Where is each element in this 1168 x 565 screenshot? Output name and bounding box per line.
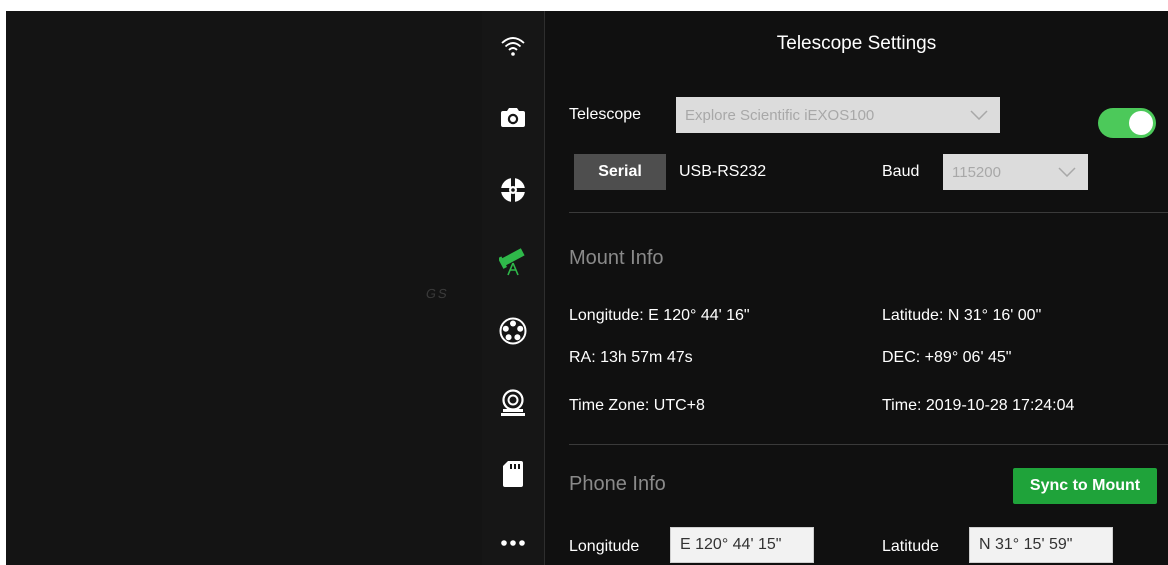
telescope-label: Telescope	[569, 106, 642, 123]
sidebar	[482, 11, 545, 565]
baud-label: Baud	[882, 163, 920, 180]
phone-latitude-label: Latitude	[882, 538, 939, 555]
guider-icon	[501, 389, 525, 416]
mount-longitude: Longitude: E 120° 44' 16"	[569, 307, 750, 324]
toggle-knob	[1129, 111, 1153, 135]
serial-button[interactable]: Serial	[574, 154, 666, 190]
sidebar-item-filter-wheel[interactable]	[482, 309, 544, 353]
sidebar-item-telescope[interactable]	[482, 240, 544, 284]
mount-dec: DEC: +89° 06' 45"	[882, 349, 1012, 366]
divider	[569, 444, 1168, 445]
chevron-down-icon	[970, 110, 988, 120]
sidebar-item-more[interactable]	[482, 521, 544, 565]
mount-latitude: Latitude: N 31° 16' 00"	[882, 307, 1042, 324]
phone-longitude-value: E 120° 44' 15"	[680, 536, 782, 553]
baud-select[interactable]: 115200	[943, 154, 1088, 190]
sidebar-item-sd-card[interactable]	[482, 452, 544, 496]
telescope-settings-panel: Telescope Settings Telescope Explore Sci…	[545, 11, 1168, 565]
baud-select-value: 115200	[952, 163, 1001, 181]
sidebar-item-camera[interactable]	[482, 95, 544, 139]
page-title: Telescope Settings	[776, 33, 937, 54]
divider	[569, 212, 1168, 213]
camera-preview: GS Telescope Settings Telescope Explore …	[6, 11, 1168, 565]
mount-info-heading: Mount Info	[569, 247, 664, 269]
chevron-down-icon	[1058, 167, 1076, 177]
camera-icon	[501, 108, 525, 127]
preview-faint-text: GS	[424, 286, 451, 301]
filter-wheel-icon	[499, 317, 527, 345]
focuser-icon	[501, 178, 525, 202]
sidebar-item-guider[interactable]	[482, 381, 544, 425]
wifi-icon	[501, 37, 525, 56]
sidebar-item-focuser[interactable]	[482, 168, 544, 212]
telescope-select-value: Explore Scientific iEXOS100	[685, 106, 875, 124]
phone-latitude-field[interactable]: N 31° 15' 59"	[969, 527, 1113, 563]
telescope-icon	[499, 248, 525, 276]
phone-info-heading: Phone Info	[569, 473, 666, 495]
more-icon	[501, 540, 525, 546]
sd-card-icon	[503, 461, 523, 487]
mount-ra: RA: 13h 57m 47s	[569, 349, 693, 366]
phone-longitude-label: Longitude	[569, 538, 640, 555]
port-label: USB-RS232	[679, 163, 767, 180]
sync-to-mount-button[interactable]: Sync to Mount	[1013, 468, 1157, 504]
telescope-enable-toggle[interactable]	[1098, 108, 1156, 138]
mount-time: Time: 2019-10-28 17:24:04	[882, 397, 1075, 414]
sidebar-item-wifi[interactable]	[482, 24, 544, 68]
mount-time-zone: Time Zone: UTC+8	[569, 397, 705, 414]
phone-longitude-field[interactable]: E 120° 44' 15"	[670, 527, 814, 563]
telescope-select[interactable]: Explore Scientific iEXOS100	[676, 97, 1000, 133]
phone-latitude-value: N 31° 15' 59"	[979, 536, 1073, 553]
